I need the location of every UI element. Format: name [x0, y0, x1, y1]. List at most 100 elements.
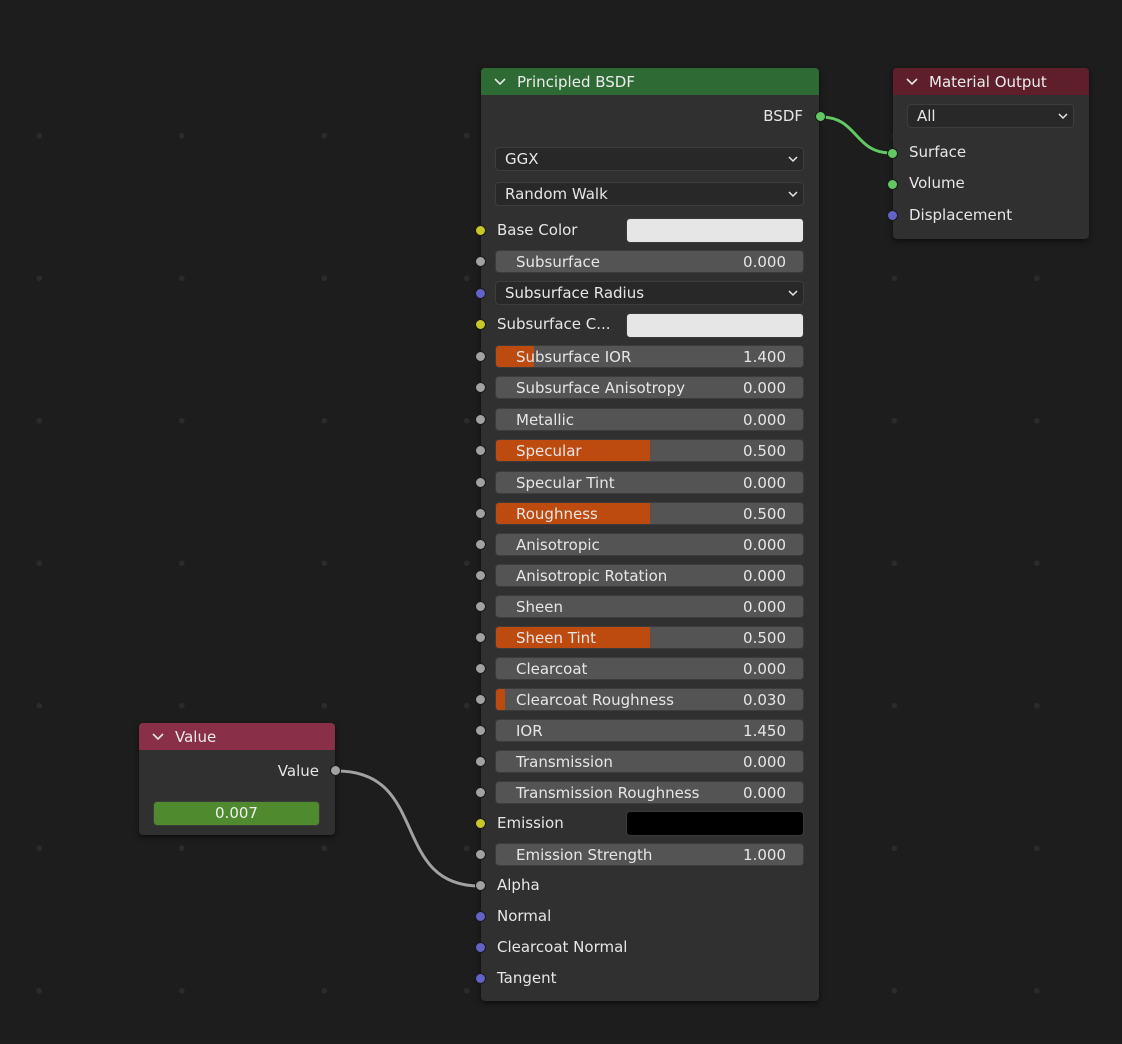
emission-strength-slider[interactable]: Emission Strength 1.000 — [495, 843, 804, 866]
emission-socket[interactable] — [475, 818, 486, 829]
slider-value: 0.000 — [743, 253, 786, 271]
displacement-socket[interactable] — [887, 210, 898, 221]
base-color-swatch[interactable] — [626, 218, 804, 243]
subsurface-socket[interactable] — [475, 256, 486, 267]
subsurface-ior-slider[interactable]: Subsurface IOR 1.400 — [495, 345, 804, 368]
subsurface-anisotropy-socket[interactable] — [475, 382, 486, 393]
surface-socket[interactable] — [887, 148, 898, 159]
value-node-header[interactable]: Value — [139, 723, 335, 750]
tangent-socket[interactable] — [475, 973, 486, 984]
ior-socket[interactable] — [475, 725, 486, 736]
slider-label: Roughness — [516, 505, 598, 523]
link-value-to-alpha — [336, 768, 481, 889]
alpha-label: Alpha — [497, 876, 540, 894]
slider-value: 0.000 — [743, 784, 786, 802]
ior-slider[interactable]: IOR 1.450 — [495, 719, 804, 742]
value-field-text: 0.007 — [215, 804, 258, 822]
slider-value: 1.450 — [743, 722, 786, 740]
collapse-chevron-icon[interactable] — [905, 75, 919, 89]
transmission-roughness-socket[interactable] — [475, 787, 486, 798]
output-node-header[interactable]: Material Output — [893, 68, 1089, 95]
target-value: All — [917, 107, 936, 125]
subsurface-ior-socket[interactable] — [475, 351, 486, 362]
slider-label: Specular Tint — [516, 474, 615, 492]
subsurface-color-swatch[interactable] — [626, 313, 804, 338]
subsurface-anisotropy-slider[interactable]: Subsurface Anisotropy 0.000 — [495, 376, 804, 399]
transmission-slider[interactable]: Transmission 0.000 — [495, 750, 804, 773]
value-node[interactable]: Value Value 0.007 — [139, 723, 341, 835]
clearcoat-roughness-socket[interactable] — [475, 694, 486, 705]
bsdf-output-socket[interactable] — [815, 111, 826, 122]
subsurface-radius-dropdown[interactable]: Subsurface Radius — [495, 281, 804, 305]
clearcoat-normal-socket[interactable] — [475, 942, 486, 953]
slider-label: IOR — [516, 722, 543, 740]
distribution-dropdown[interactable]: GGX — [495, 147, 804, 171]
emission-color-swatch[interactable] — [626, 811, 804, 836]
metallic-socket[interactable] — [475, 414, 486, 425]
slider-value: 0.500 — [743, 442, 786, 460]
slider-label: Subsurface IOR — [516, 348, 632, 366]
material-output-node[interactable]: Material Output All Surface Volume Displ… — [887, 68, 1089, 239]
displacement-label: Displacement — [909, 206, 1013, 224]
slider-value: 0.500 — [743, 505, 786, 523]
value-output-socket[interactable] — [330, 765, 341, 776]
distribution-value: GGX — [505, 150, 539, 168]
anisotropic-slider[interactable]: Anisotropic 0.000 — [495, 533, 804, 556]
link-bsdf-to-surface — [820, 114, 892, 156]
slider-label: Transmission Roughness — [516, 784, 700, 802]
slider-value: 0.000 — [743, 411, 786, 429]
alpha-socket[interactable] — [475, 880, 486, 891]
roughness-slider[interactable]: Roughness 0.500 — [495, 502, 804, 525]
subsurface-radius-socket[interactable] — [475, 288, 486, 299]
anisotropic-rotation-slider[interactable]: Anisotropic Rotation 0.000 — [495, 564, 804, 587]
slider-label: Specular — [516, 442, 582, 460]
sheen-slider[interactable]: Sheen 0.000 — [495, 595, 804, 618]
slider-label: Metallic — [516, 411, 574, 429]
emission-strength-socket[interactable] — [475, 849, 486, 860]
normal-socket[interactable] — [475, 911, 486, 922]
subsurface-radius-label: Subsurface Radius — [505, 284, 645, 302]
bsdf-node-header[interactable]: Principled BSDF — [481, 68, 819, 95]
slider-value: 0.000 — [743, 598, 786, 616]
specular-slider[interactable]: Specular 0.500 — [495, 439, 804, 462]
clearcoat-roughness-slider[interactable]: Clearcoat Roughness 0.030 — [495, 688, 804, 711]
sheen-tint-socket[interactable] — [475, 632, 486, 643]
subsurface-slider[interactable]: Subsurface 0.000 — [495, 250, 804, 273]
roughness-socket[interactable] — [475, 508, 486, 519]
transmission-socket[interactable] — [475, 756, 486, 767]
subsurface-method-dropdown[interactable]: Random Walk — [495, 182, 804, 206]
clearcoat-socket[interactable] — [475, 663, 486, 674]
slider-label: Subsurface Anisotropy — [516, 379, 685, 397]
slider-value: 1.400 — [743, 348, 786, 366]
anisotropic-socket[interactable] — [475, 539, 486, 550]
anisotropic-rotation-socket[interactable] — [475, 570, 486, 581]
transmission-roughness-slider[interactable]: Transmission Roughness 0.000 — [495, 781, 804, 804]
sheen-tint-slider[interactable]: Sheen Tint 0.500 — [495, 626, 804, 649]
slider-value: 0.000 — [743, 567, 786, 585]
slider-label: Subsurface — [516, 253, 600, 271]
chevron-down-icon — [788, 290, 798, 297]
target-dropdown[interactable]: All — [907, 104, 1074, 128]
collapse-chevron-icon[interactable] — [493, 75, 507, 89]
subsurface-color-socket[interactable] — [475, 319, 486, 330]
base-color-socket[interactable] — [475, 225, 486, 236]
principled-bsdf-node[interactable]: Principled BSDF BSDF GGX Random Walk Bas… — [475, 68, 826, 1001]
clearcoat-slider[interactable]: Clearcoat 0.000 — [495, 657, 804, 680]
value-field[interactable]: 0.007 — [153, 801, 320, 826]
sheen-socket[interactable] — [475, 601, 486, 612]
slider-value: 0.000 — [743, 474, 786, 492]
slider-value: 0.000 — [743, 379, 786, 397]
slider-label: Transmission — [516, 753, 613, 771]
slider-fill — [496, 689, 506, 710]
metallic-slider[interactable]: Metallic 0.000 — [495, 408, 804, 431]
tangent-label: Tangent — [497, 969, 557, 987]
normal-label: Normal — [497, 907, 552, 925]
specular-socket[interactable] — [475, 445, 486, 456]
volume-socket[interactable] — [887, 179, 898, 190]
collapse-chevron-icon[interactable] — [151, 730, 165, 744]
volume-label: Volume — [909, 174, 965, 192]
surface-label: Surface — [909, 143, 967, 161]
specular-tint-socket[interactable] — [475, 477, 486, 488]
subsurface-color-label: Subsurface C... — [497, 315, 611, 333]
specular-tint-slider[interactable]: Specular Tint 0.000 — [495, 471, 804, 494]
